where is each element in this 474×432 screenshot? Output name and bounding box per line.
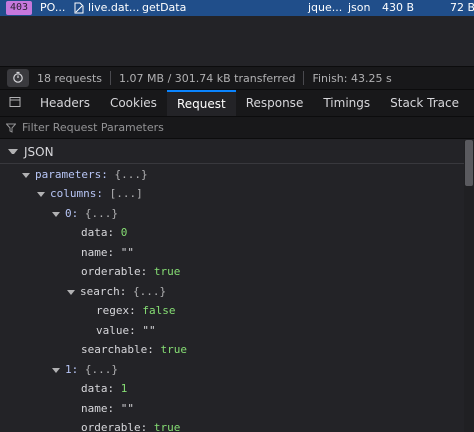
tree-node-column-0[interactable]: 0: {...}: [52, 204, 118, 223]
tree-leaf-searchable[interactable]: searchable: true: [81, 340, 187, 359]
tree-key: 1:: [65, 363, 79, 376]
tab-stack-trace[interactable]: Stack Trace: [380, 90, 469, 116]
stopwatch-icon: [12, 71, 24, 86]
json-section-header[interactable]: JSON: [0, 140, 464, 164]
tree-value: "": [142, 324, 156, 337]
filter-icon: [0, 123, 22, 133]
tree-key: search:: [80, 285, 127, 298]
tab-timings[interactable]: Timings: [313, 90, 380, 116]
request-transferred: 430 B: [382, 1, 415, 14]
tree-key: orderable:: [81, 421, 148, 432]
tree-summary: {...}: [84, 207, 118, 220]
filter-bar[interactable]: Filter Request Parameters: [0, 117, 474, 139]
tree-key: data:: [81, 382, 115, 395]
chevron-down-icon: [67, 289, 75, 295]
request-initiator: jque...: [308, 1, 343, 14]
chevron-down-icon: [52, 367, 60, 373]
chevron-down-icon: [37, 191, 45, 197]
tree-key: data:: [81, 226, 115, 239]
tree-leaf-orderable[interactable]: orderable: true: [81, 262, 180, 281]
tree-value: true: [160, 343, 187, 356]
tree-value: "": [120, 402, 134, 415]
tree-value: false: [142, 304, 176, 317]
tree-value: 1: [120, 382, 128, 395]
request-type: json: [348, 1, 371, 14]
tree-summary: [...]: [109, 187, 143, 200]
tree-leaf-name[interactable]: name: "": [81, 243, 134, 262]
tree-summary: {...}: [132, 285, 167, 298]
chevron-down-icon: [52, 211, 60, 217]
tree-summary: {...}: [84, 363, 118, 376]
request-list-empty-area: [0, 16, 474, 66]
tree-node-parameters[interactable]: parameters: {...}: [22, 165, 148, 184]
tree-leaf-value[interactable]: value: "": [96, 321, 156, 340]
tree-node-column-1[interactable]: 1: {...}: [52, 360, 118, 379]
tree-leaf-data[interactable]: data: 0: [81, 223, 127, 242]
selected-request-row[interactable]: 403 PO... live.dat... getData jque... js…: [0, 0, 474, 16]
tree-value: true: [153, 421, 181, 432]
details-tabs: Headers Cookies Request Response Timings…: [0, 90, 474, 117]
tab-response[interactable]: Response: [236, 90, 314, 116]
chevron-down-icon: [22, 172, 30, 178]
tree-leaf-name[interactable]: name: "": [81, 399, 134, 418]
tree-key: regex:: [96, 304, 136, 317]
scrollbar-thumb[interactable]: [465, 140, 473, 186]
tree-value: true: [153, 265, 181, 278]
tree-key: columns:: [50, 187, 103, 200]
tab-request[interactable]: Request: [166, 90, 236, 116]
tab-headers[interactable]: Headers: [30, 90, 100, 116]
status-badge: 403: [6, 1, 33, 15]
tree-key: searchable:: [81, 343, 154, 356]
tree-key: value:: [96, 324, 136, 337]
tree-key: parameters:: [35, 168, 108, 181]
request-size: 72 B: [450, 1, 474, 14]
tree-summary: {...}: [114, 168, 148, 181]
scrollbar[interactable]: [464, 140, 474, 432]
json-tree: parameters: {...} columns: [...] 0: {...…: [0, 164, 464, 432]
chevron-down-icon: [8, 149, 18, 154]
tree-value: 0: [120, 226, 128, 239]
transfer-size: 1.07 MB / 301.74 kB transferred: [119, 71, 296, 85]
summary-bar: 18 requests 1.07 MB / 301.74 kB transfer…: [0, 66, 474, 90]
tree-leaf-data[interactable]: data: 1: [81, 379, 127, 398]
request-cause: getData: [142, 1, 187, 14]
tree-key: name:: [81, 246, 115, 259]
tree-value: "": [120, 246, 134, 259]
tree-leaf-regex[interactable]: regex: false: [96, 301, 176, 320]
request-count: 18 requests: [37, 71, 103, 85]
close-panel-icon: [9, 96, 21, 111]
filter-input[interactable]: Filter Request Parameters: [22, 121, 164, 134]
performance-button[interactable]: [7, 69, 29, 87]
tree-key: orderable:: [81, 265, 148, 278]
tree-key: name:: [81, 402, 115, 415]
request-method: PO...: [40, 1, 66, 14]
tab-cookies[interactable]: Cookies: [100, 90, 167, 116]
close-panel-button[interactable]: [0, 90, 30, 116]
tree-node-search[interactable]: search: {...}: [67, 282, 166, 301]
tree-leaf-orderable[interactable]: orderable: true: [81, 418, 180, 432]
finish-time: Finish: 43.25 s: [312, 71, 392, 85]
section-title: JSON: [24, 144, 54, 159]
tree-key: 0:: [65, 207, 79, 220]
request-file: live.dat...: [88, 1, 140, 14]
tree-node-columns[interactable]: columns: [...]: [37, 184, 143, 203]
